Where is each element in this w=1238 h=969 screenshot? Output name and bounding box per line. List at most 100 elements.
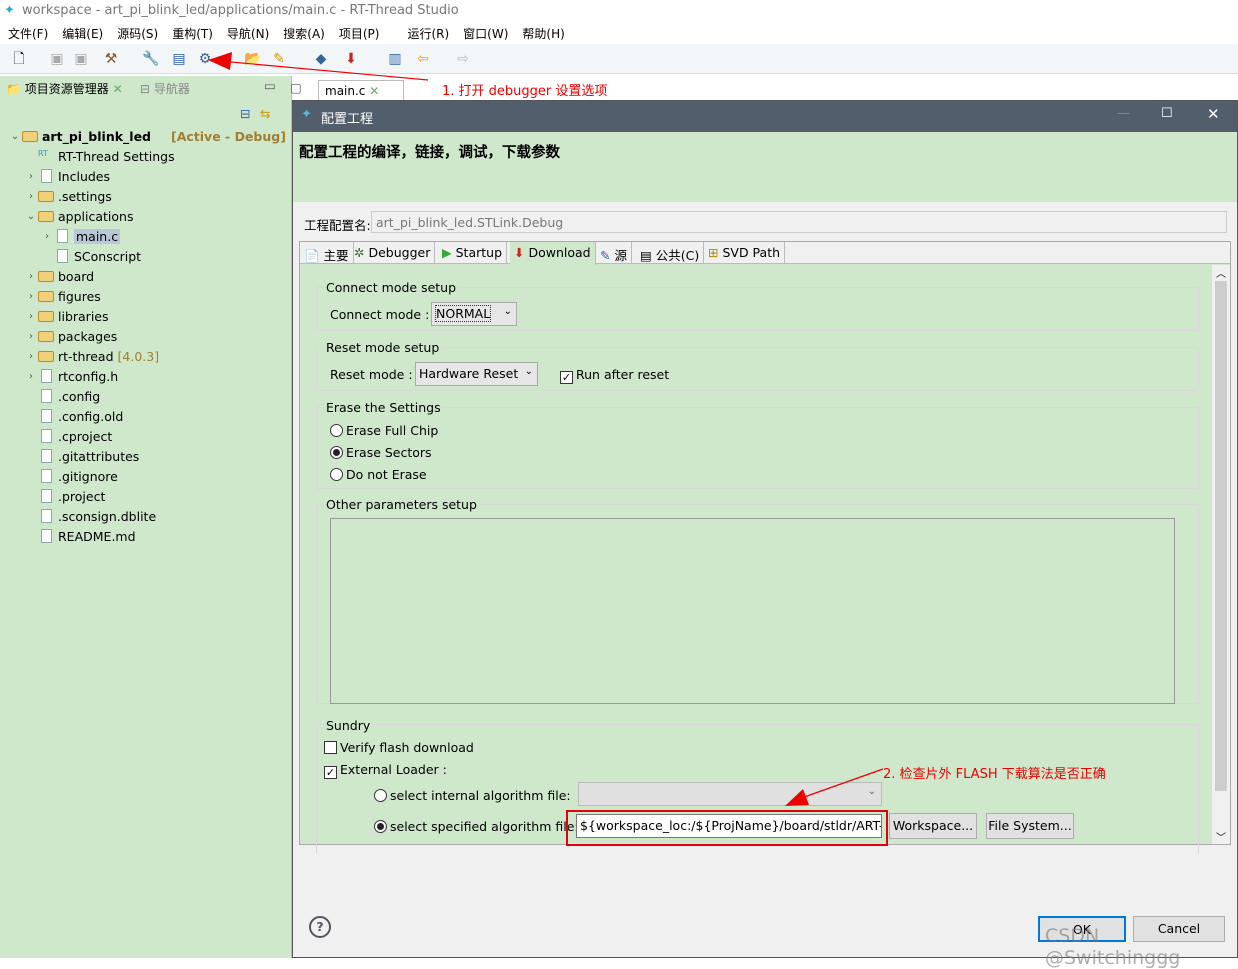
maximize-icon[interactable]: ▢ (290, 80, 302, 95)
tree-item[interactable]: .config (24, 386, 100, 406)
folder-icon (38, 350, 54, 362)
minimize-icon[interactable]: ▭ (264, 78, 276, 93)
wrench-icon[interactable]: 🔧 (142, 50, 160, 68)
config-name-field[interactable]: art_pi_blink_led.STLink.Debug (371, 211, 1227, 233)
external-loader-checkbox[interactable]: ✓ External Loader : (324, 762, 447, 779)
other-params-textarea[interactable] (330, 518, 1175, 704)
scroll-down-icon[interactable]: ﹀ (1216, 829, 1226, 844)
folder-icon (38, 210, 54, 222)
tree-item[interactable]: › packages (24, 326, 117, 346)
erase-full-chip-radio[interactable]: Erase Full Chip (330, 423, 438, 438)
tree-item[interactable]: README.md (24, 526, 136, 546)
close-icon[interactable]: ✕ (369, 84, 379, 98)
tree-item[interactable]: › libraries (24, 306, 109, 326)
menu-item[interactable]: 帮助(H) (522, 25, 564, 44)
chevron-right-icon[interactable]: › (24, 371, 38, 382)
vertical-scrollbar[interactable]: ︿ ﹀ (1212, 265, 1230, 844)
tree-item[interactable]: ⌄ applications (24, 206, 134, 226)
specified-algorithm-field[interactable]: ${workspace_loc:/${ProjName}/board/stldr… (576, 814, 882, 838)
tree-item[interactable]: › figures (24, 286, 101, 306)
tab-startup[interactable]: ▶ Startup (438, 242, 508, 264)
download-icon: ⬇ (514, 245, 525, 260)
menu-item[interactable]: 编辑(E) (62, 25, 103, 44)
forward-arrow-icon[interactable]: ⇨ (454, 50, 472, 68)
save-icon[interactable]: ▣ (48, 50, 66, 68)
maximize-button[interactable]: ☐ (1161, 106, 1173, 121)
reset-mode-select[interactable]: Hardware Reset ⌄ (415, 362, 538, 386)
terminal-icon[interactable]: ▤ (170, 50, 188, 68)
tree-item[interactable]: .cproject (24, 426, 112, 446)
chevron-right-icon[interactable]: › (24, 351, 38, 362)
chevron-down-icon[interactable]: ⌄ (24, 211, 38, 222)
close-button[interactable]: ✕ (1207, 105, 1220, 123)
tab-project-explorer[interactable]: 📁 项目资源管理器 ✕ (6, 80, 123, 97)
menu-item[interactable]: 搜索(A) (283, 25, 325, 44)
menu-item[interactable]: 文件(F) (8, 25, 48, 44)
menu-item[interactable]: 运行(R) (407, 25, 449, 44)
save-all-icon[interactable]: ▣ (72, 50, 90, 68)
chevron-right-icon[interactable]: › (24, 331, 38, 342)
tree-item[interactable]: .project (24, 486, 105, 506)
link-editor-icon[interactable]: ⇆ (260, 106, 270, 121)
tab-download[interactable]: ⬇ Download (510, 242, 596, 265)
erase-sectors-radio[interactable]: Erase Sectors (330, 445, 432, 460)
file-icon (41, 409, 52, 423)
scroll-up-icon[interactable]: ︿ (1216, 265, 1226, 280)
sundry-title: Sundry (324, 718, 373, 733)
tab-label: 项目资源管理器 (24, 82, 109, 96)
menu-item[interactable]: 导航(N) (227, 25, 269, 44)
close-icon[interactable]: ✕ (113, 82, 123, 96)
chevron-right-icon[interactable]: › (24, 311, 38, 322)
tree-item[interactable]: .gitattributes (24, 446, 139, 466)
do-not-erase-radio[interactable]: Do not Erase (330, 467, 427, 482)
file-system-button[interactable]: File System... (986, 813, 1074, 839)
tree-item[interactable]: .config.old (24, 406, 123, 426)
verify-flash-checkbox[interactable]: Verify flash download (324, 740, 474, 755)
tree-item[interactable]: ⌄ art_pi_blink_led [Active - Debug] (8, 126, 286, 146)
specified-algorithm-radio[interactable]: select specified algorithm file: (374, 819, 579, 834)
run-after-reset-checkbox[interactable]: ✓ Run after reset (560, 367, 669, 384)
menu-item[interactable]: 窗口(W) (463, 25, 508, 44)
tree-item[interactable]: .sconsign.dblite (24, 506, 156, 526)
chevron-right-icon[interactable]: › (40, 231, 54, 242)
tab-label: Download (528, 245, 591, 260)
tree-item[interactable]: SConscript (40, 246, 141, 266)
chevron-right-icon[interactable]: › (24, 271, 38, 282)
menu-item[interactable]: 项目(P) (339, 25, 380, 44)
chevron-down-icon[interactable]: ⌄ (8, 131, 22, 142)
workspace-button[interactable]: Workspace... (889, 813, 977, 839)
menu-bar: 文件(F) 编辑(E) 源码(S) 重构(T) 导航(N) 搜索(A) 项目(P) 运行(R)… (0, 22, 1238, 44)
tab-svd-path[interactable]: ⊞ SVD Path (704, 242, 786, 264)
internal-algorithm-radio[interactable]: select internal algorithm file: (374, 788, 571, 803)
tab-navigator[interactable]: ⊟ 导航器 (140, 80, 190, 97)
tree-item[interactable]: › .settings (24, 186, 112, 206)
menu-item[interactable]: 重构(T) (172, 25, 213, 44)
radio-icon (330, 424, 343, 437)
tree-item[interactable]: .gitignore (24, 466, 118, 486)
scrollbar-thumb[interactable] (1215, 281, 1227, 791)
tree-item[interactable]: › rtconfig.h (24, 366, 118, 386)
menu-item[interactable]: 源码(S) (117, 25, 158, 44)
new-icon[interactable]: 🗋 (10, 50, 28, 68)
tab-common[interactable]: ▤ 公共(C) (636, 242, 705, 264)
tab-debugger[interactable]: ✲ Debugger (350, 242, 436, 264)
help-icon[interactable]: ? (309, 916, 331, 938)
tree-item[interactable]: › main.c (40, 226, 121, 246)
tree-item[interactable]: RT RT-Thread Settings (24, 146, 175, 166)
tree-item[interactable]: › board (24, 266, 94, 286)
build-hammer-icon[interactable]: ⚒ (102, 50, 120, 68)
collapse-all-icon[interactable]: ⊟ (240, 106, 250, 121)
tree-item[interactable]: › rt-thread [4.0.3] (24, 346, 159, 366)
minimize-button[interactable]: — (1117, 106, 1130, 121)
chevron-right-icon[interactable]: › (24, 291, 38, 302)
connect-mode-label: Connect mode : (330, 307, 430, 322)
tab-source[interactable]: ✎ 源 (596, 242, 632, 264)
checkbox-label: Run after reset (576, 367, 670, 382)
editor-tab-main-c[interactable]: main.c ✕ (318, 80, 404, 102)
chevron-right-icon[interactable]: › (24, 171, 38, 182)
tree-item[interactable]: › Includes (24, 166, 110, 186)
reset-mode-title: Reset mode setup (324, 340, 442, 355)
chevron-right-icon[interactable]: › (24, 191, 38, 202)
tab-main[interactable]: 📄 主要 (300, 242, 354, 264)
connect-mode-select[interactable]: NORMAL ⌄ (431, 302, 517, 326)
